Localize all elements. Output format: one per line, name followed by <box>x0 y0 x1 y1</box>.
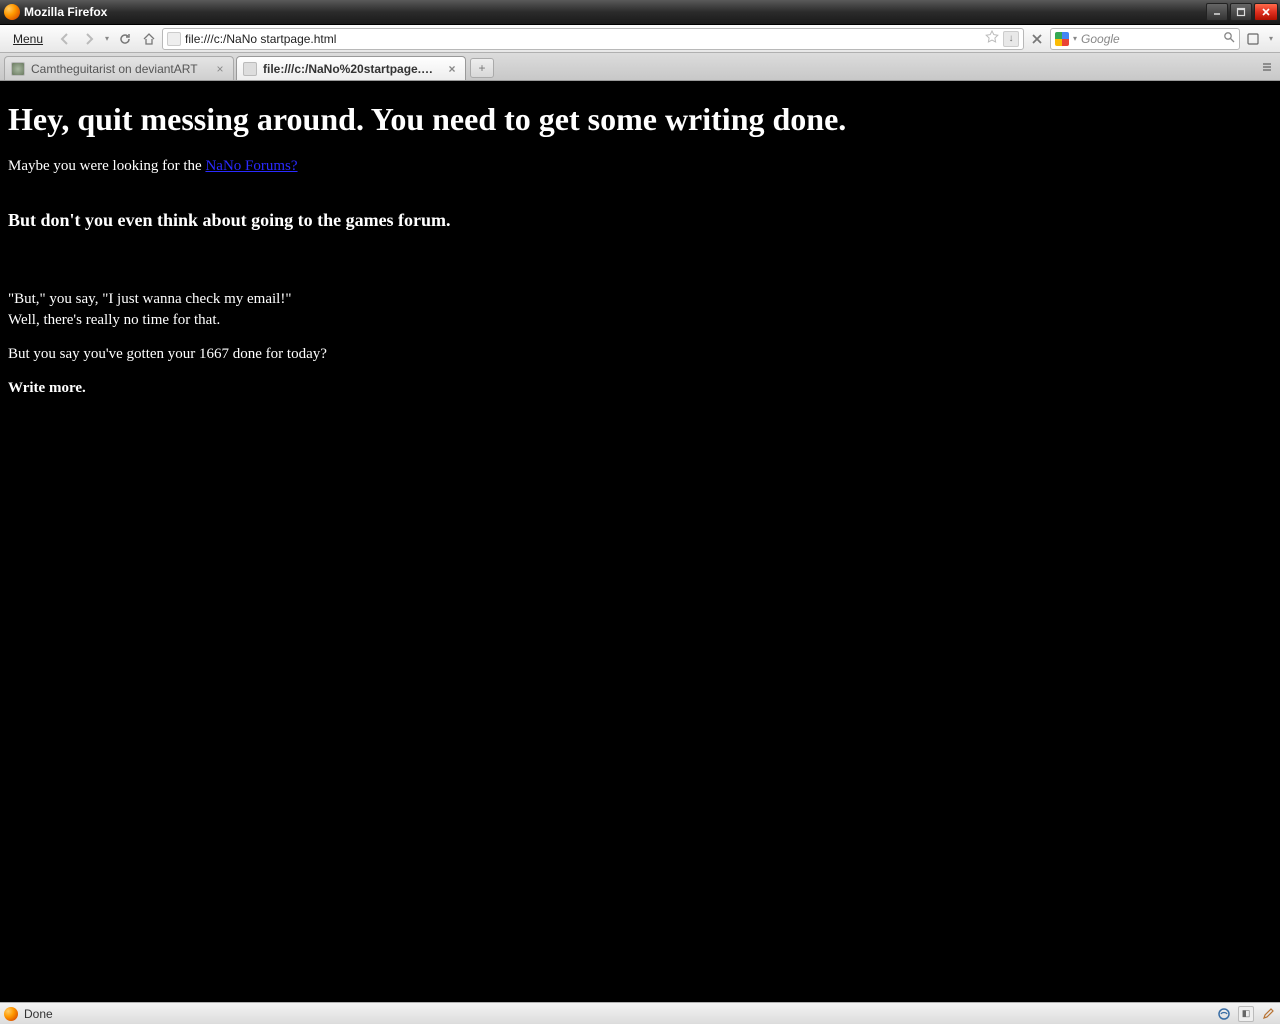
window-title: Mozilla Firefox <box>24 5 1206 19</box>
stop-button[interactable] <box>1026 28 1048 50</box>
google-icon <box>1055 32 1069 46</box>
address-bar[interactable]: file:///c:/NaNo startpage.html ↓ <box>162 28 1024 50</box>
body-line-3: But you say you've gotten your 1667 done… <box>8 344 1272 364</box>
addon-button[interactable] <box>1242 28 1264 50</box>
minimize-button[interactable] <box>1206 3 1228 21</box>
body-line-1: "But," you say, "I just wanna check my e… <box>8 289 1272 330</box>
forward-button[interactable] <box>78 28 100 50</box>
tab-nano-startpage[interactable]: file:///c:/NaNo%20startpage.html × <box>236 56 466 80</box>
search-submit-icon[interactable] <box>1223 31 1235 46</box>
tab-deviantart[interactable]: Camtheguitarist on deviantART × <box>4 56 234 80</box>
bookmark-star-icon[interactable] <box>985 30 999 47</box>
status-activity-icon[interactable] <box>1216 1006 1232 1022</box>
app-menu-button[interactable]: Menu <box>4 29 52 49</box>
firefox-status-icon <box>4 1007 18 1021</box>
nano-forums-link[interactable]: NaNo Forums? <box>205 158 297 174</box>
home-button[interactable] <box>138 28 160 50</box>
menu-label: Menu <box>13 32 43 46</box>
tab-label: Camtheguitarist on deviantART <box>31 62 207 76</box>
status-extension-icon[interactable]: ◧ <box>1238 1006 1254 1022</box>
search-placeholder: Google <box>1081 32 1219 46</box>
close-button[interactable] <box>1254 3 1278 21</box>
tab-list-button[interactable] <box>1258 58 1276 76</box>
back-button[interactable] <box>54 28 76 50</box>
tab-close-button[interactable]: × <box>445 62 459 76</box>
tab-strip: Camtheguitarist on deviantART × file:///… <box>0 53 1280 81</box>
write-more: Write more. <box>8 378 1272 398</box>
intro-paragraph: Maybe you were looking for the NaNo Foru… <box>8 156 1272 176</box>
search-box[interactable]: ▾ Google <box>1050 28 1240 50</box>
tab-close-button[interactable]: × <box>213 62 227 76</box>
window-titlebar: Mozilla Firefox <box>0 0 1280 25</box>
page-content: Hey, quit messing around. You need to ge… <box>0 81 1280 1002</box>
tab-label: file:///c:/NaNo%20startpage.html <box>263 62 439 76</box>
status-bar: Done ◧ <box>0 1002 1280 1024</box>
url-text: file:///c:/NaNo startpage.html <box>185 32 981 46</box>
firefox-logo-icon <box>4 4 20 20</box>
page-heading: Hey, quit messing around. You need to ge… <box>8 101 1272 138</box>
maximize-button[interactable] <box>1230 3 1252 21</box>
addon-dropdown-icon[interactable]: ▾ <box>1266 34 1276 43</box>
status-edit-icon[interactable] <box>1260 1006 1276 1022</box>
navigation-toolbar: Menu ▾ file:///c:/NaNo startpage.html ↓ … <box>0 25 1280 53</box>
new-tab-button[interactable]: + <box>470 58 494 78</box>
search-engine-dropdown-icon[interactable]: ▾ <box>1073 34 1077 43</box>
intro-text: Maybe you were looking for the <box>8 158 205 174</box>
file-favicon <box>243 62 257 76</box>
reload-button[interactable] <box>114 28 136 50</box>
page-favicon <box>167 32 181 46</box>
status-text: Done <box>24 1007 1210 1021</box>
go-button[interactable]: ↓ <box>1003 31 1019 47</box>
deviantart-favicon <box>11 62 25 76</box>
history-dropdown-icon[interactable]: ▾ <box>102 34 112 43</box>
subheading: But don't you even think about going to … <box>8 210 1272 231</box>
